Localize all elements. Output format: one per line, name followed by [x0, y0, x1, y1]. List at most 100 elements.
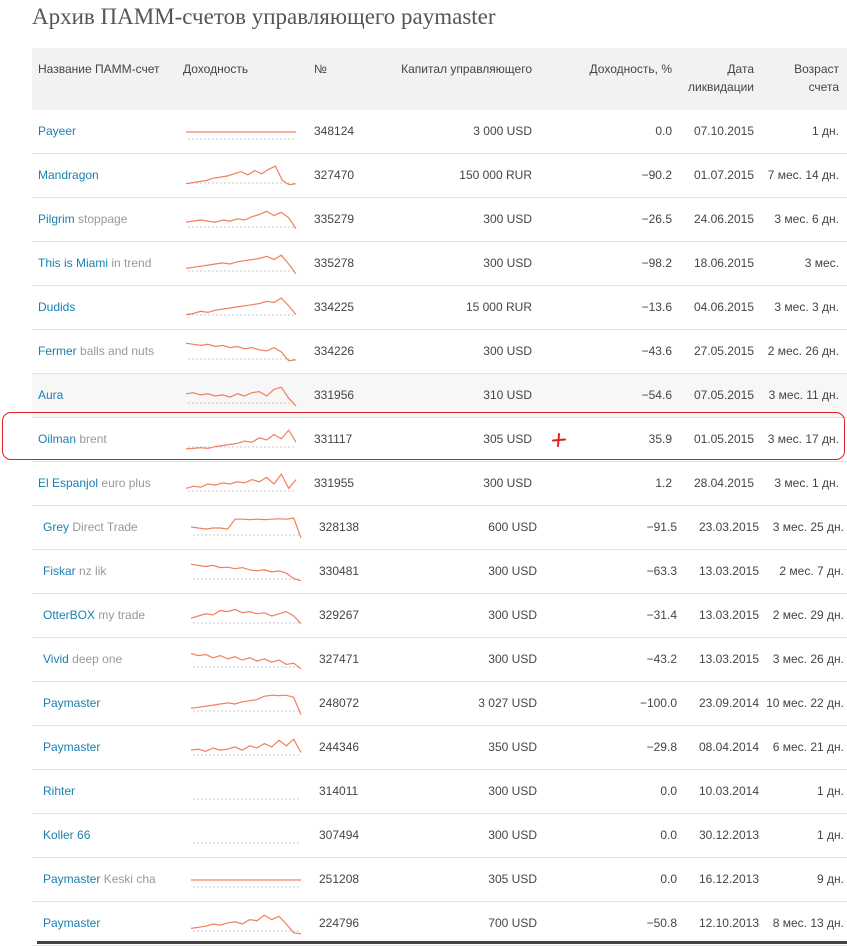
yield-sparkline[interactable]: [189, 691, 305, 717]
sparkline-series: [190, 738, 302, 753]
table-row: Dudids 334225 15 000 RUR −13.6 04.06.2015 3 м…: [32, 286, 847, 330]
liquidation-date: 13.03.2015: [698, 564, 759, 578]
account-number: 335279: [314, 212, 355, 226]
account-link[interactable]: Aura: [38, 388, 63, 402]
yield-sparkline[interactable]: [184, 295, 300, 321]
account-link[interactable]: El Espanjol: [38, 476, 98, 490]
yield-sparkline[interactable]: [184, 471, 300, 497]
capital-cell: 300 USD: [488, 828, 537, 842]
account-link[interactable]: Grey: [43, 520, 69, 534]
account-description: in trend: [111, 256, 152, 270]
header-capital[interactable]: Капитал управляющего: [401, 60, 532, 78]
yield-sparkline[interactable]: [189, 911, 305, 937]
yield-sparkline[interactable]: [184, 207, 300, 233]
account-number: 327471: [319, 652, 360, 666]
header-name[interactable]: Название ПАММ-счет: [38, 60, 159, 78]
account-link[interactable]: This is Miami: [38, 256, 108, 270]
yield-sparkline[interactable]: [184, 339, 300, 365]
account-link[interactable]: Paymaster: [43, 916, 100, 930]
account-name-cell: This is Miami in trend: [38, 242, 151, 285]
yield-sparkline[interactable]: [189, 735, 305, 761]
account-number: 329267: [319, 608, 360, 622]
yield-sparkline[interactable]: [189, 823, 305, 849]
account-number: 348124: [314, 124, 355, 138]
account-number: 331955: [314, 476, 355, 490]
red-cross-mark-icon: [552, 433, 566, 447]
header-date-line2: ликвидации: [688, 80, 754, 94]
account-name-cell: OtterBOX my trade: [43, 594, 145, 637]
header-number[interactable]: №: [314, 60, 327, 78]
table-row: Paymaster 248072 3 027 USD −100.0 23.09.2014…: [32, 682, 847, 726]
account-age: 3 мес. 1 дн.: [774, 476, 839, 490]
account-age: 3 мес.: [804, 256, 839, 270]
account-age: 2 мес. 26 дн.: [767, 344, 839, 358]
yield-percent: −50.8: [646, 916, 677, 930]
account-link[interactable]: Koller 66: [43, 828, 90, 842]
table-row: Koller 66 307494 300 USD 0.0 30.12.2013 1 дн.: [32, 814, 847, 858]
account-name-cell: Dudids: [38, 286, 75, 329]
liquidation-date: 18.06.2015: [693, 256, 754, 270]
header-liquidation-date[interactable]: Дата ликвидации: [674, 60, 754, 96]
account-name-cell: Mandragon: [38, 154, 99, 197]
account-age: 3 мес. 6 дн.: [774, 212, 839, 226]
capital-cell: 300 USD: [483, 212, 532, 226]
yield-sparkline[interactable]: [189, 559, 305, 585]
sparkline-series: [190, 608, 302, 625]
yield-percent: −91.5: [646, 520, 677, 534]
liquidation-date: 13.03.2015: [698, 608, 759, 622]
account-age: 10 мес. 22 дн.: [766, 696, 844, 710]
yield-sparkline[interactable]: [189, 867, 305, 893]
account-age: 3 мес. 26 дн.: [772, 652, 844, 666]
yield-sparkline[interactable]: [184, 163, 300, 189]
yield-percent: 0.0: [660, 872, 677, 886]
account-link[interactable]: Paymaster: [43, 740, 100, 754]
header-yield[interactable]: Доходность, %: [590, 60, 672, 78]
capital-cell: 3 000 USD: [473, 124, 532, 138]
capital-cell: 600 USD: [488, 520, 537, 534]
account-age: 3 мес. 3 дн.: [774, 300, 839, 314]
account-age: 9 дн.: [817, 872, 844, 886]
capital-cell: 305 USD: [488, 872, 537, 886]
capital-cell: 300 USD: [483, 256, 532, 270]
account-name-cell: El Espanjol euro plus: [38, 462, 151, 505]
account-link[interactable]: Payeer: [38, 124, 76, 138]
account-link[interactable]: OtterBOX: [43, 608, 95, 622]
yield-sparkline[interactable]: [184, 251, 300, 277]
yield-sparkline[interactable]: [189, 515, 305, 541]
account-age: 6 мес. 21 дн.: [772, 740, 844, 754]
account-number: 330481: [319, 564, 360, 578]
account-name-cell: Fiskar nz lik: [43, 550, 106, 593]
liquidation-date: 07.10.2015: [693, 124, 754, 138]
account-link[interactable]: Paymaster: [43, 872, 100, 886]
yield-sparkline[interactable]: [189, 603, 305, 629]
table-row: Paymaster 224796 700 USD −50.8 12.10.2013 8 м…: [32, 902, 847, 946]
account-name-cell: Payeer: [38, 110, 76, 153]
account-age: 7 мес. 14 дн.: [767, 168, 839, 182]
yield-sparkline[interactable]: [189, 647, 305, 673]
header-account-age[interactable]: Возраст счета: [759, 60, 839, 96]
account-link[interactable]: Paymaster: [43, 696, 100, 710]
account-link[interactable]: Mandragon: [38, 168, 99, 182]
account-link[interactable]: Dudids: [38, 300, 75, 314]
account-link[interactable]: Fermer: [38, 344, 77, 358]
account-link[interactable]: Fiskar: [43, 564, 76, 578]
liquidation-date: 07.05.2015: [693, 388, 754, 402]
account-description: stoppage: [78, 212, 128, 226]
liquidation-date: 12.10.2013: [698, 916, 759, 930]
liquidation-date: 08.04.2014: [698, 740, 759, 754]
account-link[interactable]: Pilgrim: [38, 212, 75, 226]
archive-table: Название ПАММ-счет Доходность № Капитал …: [32, 48, 847, 946]
account-link[interactable]: Vivid: [43, 652, 69, 666]
account-link[interactable]: Rihter: [43, 784, 75, 798]
yield-percent: 1.2: [655, 476, 672, 490]
yield-sparkline[interactable]: [184, 119, 300, 145]
liquidation-date: 13.03.2015: [698, 652, 759, 666]
yield-percent: 0.0: [660, 784, 677, 798]
yield-percent: 0.0: [655, 124, 672, 138]
sparkline-series: [185, 297, 297, 316]
yield-sparkline[interactable]: [189, 779, 305, 805]
header-sparkline: Доходность: [183, 62, 249, 76]
account-name-cell: Vivid deep one: [43, 638, 122, 681]
yield-sparkline[interactable]: [184, 383, 300, 409]
account-number: 335278: [314, 256, 355, 270]
